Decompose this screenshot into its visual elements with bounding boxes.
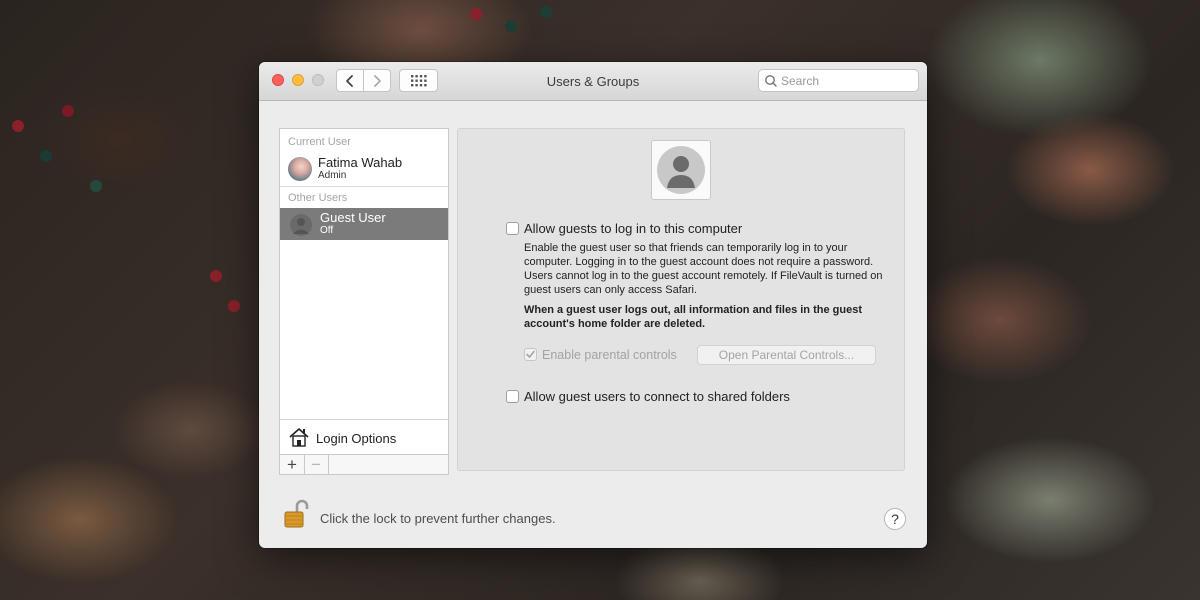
- background-berry: [40, 150, 52, 162]
- help-button[interactable]: ?: [884, 508, 906, 530]
- user-status: Off: [320, 225, 334, 236]
- other-users-label: Other Users: [288, 192, 348, 204]
- user-row-guest[interactable]: Guest User Off: [280, 208, 448, 240]
- background-berry: [90, 180, 102, 192]
- checkmark-icon: [526, 350, 535, 358]
- guest-settings-panel: Allow guests to log in to this computer …: [457, 128, 905, 471]
- person-silhouette-icon: [657, 146, 705, 194]
- avatar: [288, 157, 312, 181]
- lock-button[interactable]: [283, 498, 309, 535]
- login-options-label: Login Options: [316, 431, 397, 446]
- open-parental-controls-button[interactable]: Open Parental Controls...: [697, 345, 876, 365]
- background-berry: [505, 20, 517, 32]
- search-field[interactable]: [758, 69, 919, 92]
- unlocked-padlock-icon: [284, 499, 309, 528]
- background-berry: [210, 270, 222, 282]
- current-user-label: Current User: [288, 136, 351, 148]
- lock-status-text: Click the lock to prevent further change…: [320, 511, 556, 526]
- add-user-button[interactable]: +: [280, 455, 305, 474]
- user-name: Fatima Wahab: [318, 155, 403, 170]
- search-icon: [765, 74, 777, 87]
- guest-picture[interactable]: [651, 140, 711, 200]
- background-berry: [12, 120, 24, 132]
- background-berry: [470, 8, 482, 20]
- allow-guest-login-label: Allow guests to log in to this computer: [524, 221, 743, 236]
- title-bar: Users & Groups: [259, 62, 927, 101]
- background-berry: [62, 105, 74, 117]
- person-silhouette-icon: [293, 218, 309, 234]
- user-list-toolbar: + −: [279, 454, 449, 475]
- users-groups-window: Users & Groups Current User Fatima Wahab…: [259, 62, 927, 548]
- divider: [280, 186, 448, 187]
- allow-shared-folders-checkbox[interactable]: [506, 390, 519, 403]
- user-list: Current User Fatima Wahab Admin Other Us…: [279, 128, 449, 475]
- background-berry: [540, 6, 552, 18]
- background-berry: [228, 300, 240, 312]
- parental-controls-checkbox[interactable]: [524, 348, 537, 361]
- guest-warning: When a guest user logs out, all informat…: [524, 304, 862, 330]
- house-icon: [289, 428, 309, 447]
- login-options-item[interactable]: Login Options: [280, 419, 448, 455]
- allow-guest-login-checkbox[interactable]: [506, 222, 519, 235]
- guest-description: Enable the guest user so that friends ca…: [524, 242, 883, 296]
- user-name: Guest User: [320, 210, 386, 225]
- parental-controls-label: Enable parental controls: [542, 348, 677, 362]
- remove-user-button[interactable]: −: [304, 455, 329, 474]
- search-input[interactable]: [781, 73, 911, 88]
- guest-avatar: [290, 214, 312, 236]
- user-row-current[interactable]: Fatima Wahab Admin: [280, 153, 448, 185]
- allow-shared-folders-label: Allow guest users to connect to shared f…: [524, 389, 790, 404]
- user-role: Admin: [318, 170, 347, 181]
